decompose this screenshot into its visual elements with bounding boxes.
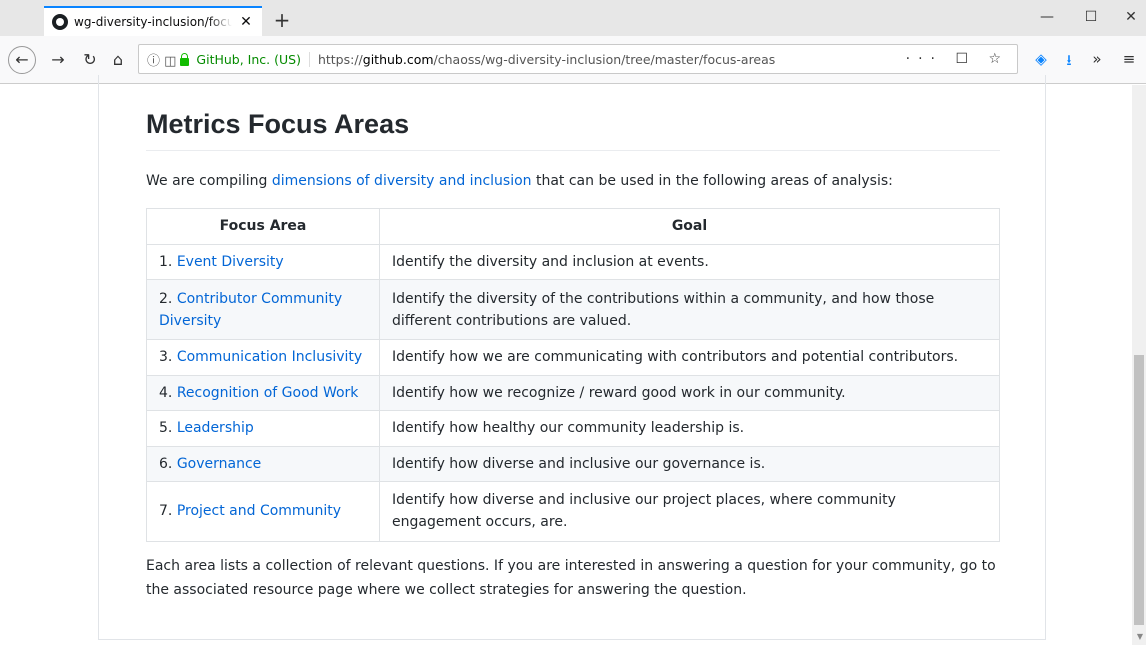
intro-paragraph: We are compiling dimensions of diversity… [146,173,893,189]
table-row: 6. Governance Identify how diverse and i… [146,445,1000,482]
overflow-chevron-icon[interactable]: » [1086,50,1108,68]
page-viewport: Metrics Focus Areas We are compiling dim… [0,75,1146,645]
menu-icon[interactable]: ≡ [1118,50,1140,68]
home-icon[interactable]: ⌂ [106,48,130,72]
focus-area-link[interactable]: Communication Inclusivity [177,349,362,365]
table-row: 4. Recognition of Good Work Identify how… [146,374,1000,412]
row-number: 1. [159,254,177,270]
url-domain: github.com [362,51,434,67]
focus-area-link[interactable]: Recognition of Good Work [177,385,359,401]
url-prefix: https:// [317,51,363,67]
focus-area-cell: 2. Contributor Community Diversity [146,279,380,341]
focus-area-link[interactable]: Event Diversity [177,254,284,270]
site-info-icon[interactable]: ⓘ ◫ [139,50,196,69]
site-identity[interactable]: GitHub, Inc. (US) [196,51,310,67]
address-bar[interactable]: ⓘ ◫ GitHub, Inc. (US) https://github.com… [138,44,1018,74]
focus-area-cell: 3. Communication Inclusivity [146,339,380,376]
url-path: /chaoss/wg-diversity-inclusion/tree/mast… [433,51,776,67]
scroll-down-arrow-icon[interactable]: ▼ [1137,632,1143,641]
row-number: 2. [159,290,177,307]
row-number: 3. [159,349,177,366]
row-number: 7. [159,503,177,520]
url-text[interactable]: https://github.com/chaoss/wg-diversity-i… [318,52,775,67]
table-row: 3. Communication Inclusivity Identify ho… [146,339,1000,376]
row-number: 5. [159,420,177,437]
focus-area-link[interactable]: Contributor Community Diversity [159,291,342,329]
goal-cell: Identify the diversity and inclusion at … [379,243,1000,281]
intro-text-before: We are compiling [146,173,272,189]
table-header-row: Focus Area Goal [146,208,1000,245]
table-row: 7. Project and Community Identify how di… [146,480,1000,542]
goal-cell: Identify how we are communicating with c… [379,339,1000,376]
forward-arrow-icon[interactable]: → [46,48,70,72]
goal-cell: Identify how diverse and inclusive our p… [379,480,1000,542]
maximize-icon[interactable]: ☐ [1076,9,1106,25]
new-tab-button[interactable]: + [270,8,294,32]
focus-area-link[interactable]: Leadership [177,420,254,436]
github-icon [52,14,68,30]
table-row: 1. Event Diversity Identify the diversit… [146,243,1000,281]
focus-area-cell: 4. Recognition of Good Work [146,374,380,412]
scrollbar-thumb[interactable] [1134,355,1144,625]
row-number: 4. [159,384,177,401]
column-header-focus-area: Focus Area [146,208,380,245]
diversity-dimensions-link[interactable]: dimensions of diversity and inclusion [272,173,532,189]
focus-area-cell: 5. Leadership [146,410,380,447]
closing-paragraph: Each area lists a collection of relevant… [146,558,996,598]
column-header-goal: Goal [379,208,1000,245]
focus-area-link[interactable]: Governance [177,456,261,472]
focus-area-cell: 7. Project and Community [146,480,380,542]
reload-icon[interactable]: ↻ [78,48,102,72]
close-window-icon[interactable]: ✕ [1116,9,1146,25]
intro-text-after: that can be used in the following areas … [531,173,893,189]
vertical-scrollbar[interactable]: ▼ [1132,85,1146,645]
goal-cell: Identify how we recognize / reward good … [379,374,1000,412]
lock-icon [180,52,190,66]
focus-areas-table: Focus Area Goal 1. Event Diversity Ident… [146,208,1000,542]
table-row: 5. Leadership Identify how healthy our c… [146,410,1000,447]
extension-icon[interactable]: ◈ [1030,50,1052,68]
browser-tab[interactable]: wg-diversity-inclusion/focus-ar ✕ [44,6,262,36]
focus-area-cell: 6. Governance [146,445,380,482]
tab-title: wg-diversity-inclusion/focus-ar [74,15,232,29]
page-title: Metrics Focus Areas [146,109,1000,151]
minimize-icon[interactable]: — [1032,9,1062,25]
goal-cell: Identify how healthy our community leade… [379,410,1000,447]
goal-cell: Identify how diverse and inclusive our g… [379,445,1000,482]
download-icon[interactable]: ⭳ [1058,50,1080,75]
table-row: 2. Contributor Community Diversity Ident… [146,279,1000,341]
tab-close-button[interactable]: ✕ [238,14,254,30]
back-arrow-icon[interactable]: ← [8,46,36,74]
row-number: 6. [159,455,177,472]
focus-area-link[interactable]: Project and Community [177,503,341,519]
browser-titlebar: wg-diversity-inclusion/focus-ar ✕ + — ☐ … [0,0,1146,36]
focus-area-cell: 1. Event Diversity [146,243,380,281]
goal-cell: Identify the diversity of the contributi… [379,279,1000,341]
page-actions[interactable]: ··· ☐ ☆ [906,51,1017,67]
